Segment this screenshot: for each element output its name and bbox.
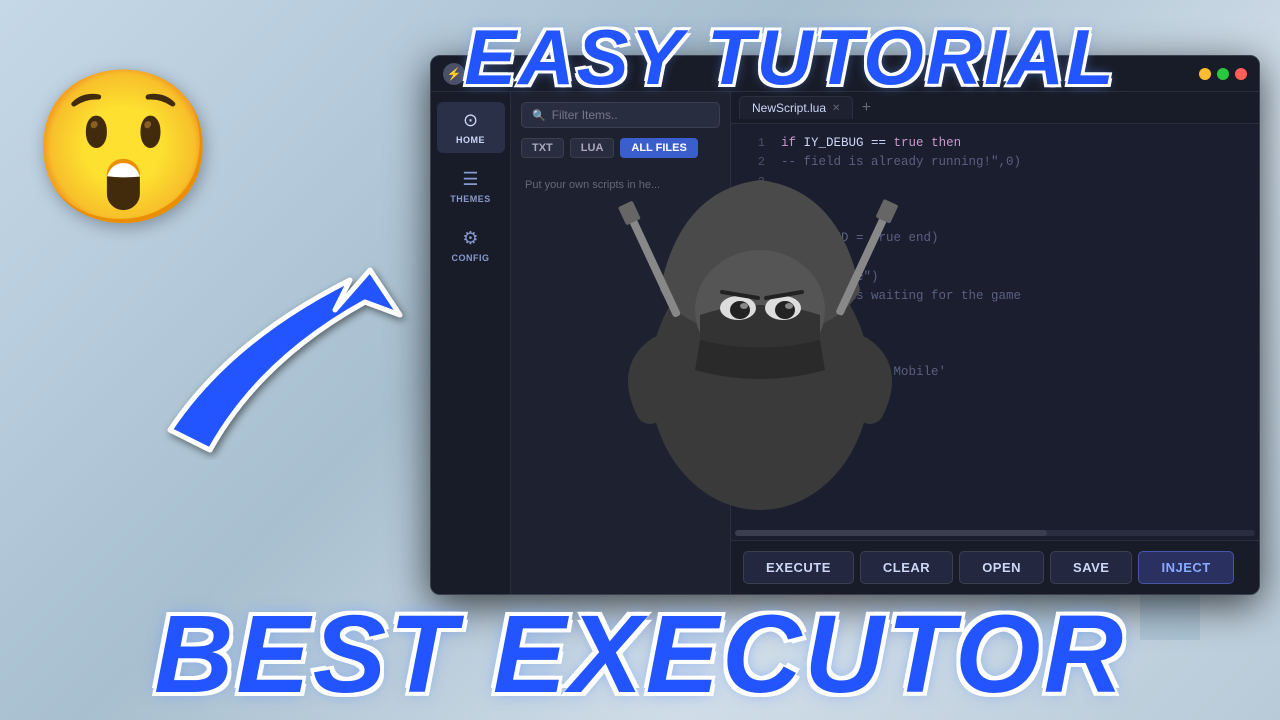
search-box[interactable]: 🔍 Filter Items.. (521, 102, 720, 128)
code-line-17: 17 (731, 345, 1259, 364)
close-button[interactable] (1235, 68, 1247, 80)
surprised-emoji: 😲 (30, 60, 217, 236)
execute-button[interactable]: EXECUTE (743, 551, 854, 584)
filter-allfiles-button[interactable]: ALL FILES (620, 138, 697, 158)
code-editor[interactable]: 1 if IY_DEBUG == true then 2 -- field is… (731, 124, 1259, 530)
code-line-8: -- ui") (731, 249, 1259, 268)
sidebar-item-config[interactable]: ⚙ CONFIG (437, 220, 505, 271)
scroll-thumb (735, 530, 1047, 536)
code-line-15: 15 (731, 307, 1259, 326)
search-icon: 🔍 (532, 109, 546, 122)
sidebar: ⊙ HOME ☰ THEMES ⚙ CONFIG (431, 92, 511, 594)
code-line-10: -- "Message") (731, 268, 1259, 287)
search-placeholder-text: Filter Items.. (552, 108, 618, 122)
code-line-3: 3 (731, 173, 1259, 192)
clear-button[interactable]: CLEAR (860, 551, 953, 584)
inject-button[interactable]: INJECT (1138, 551, 1233, 584)
file-panel: 🔍 Filter Items.. TXT LUA ALL FILES Put y… (511, 92, 731, 594)
code-line-6: 6 -- LOADED = true end) (731, 229, 1259, 248)
code-line-1: 1 if IY_DEBUG == true then (731, 134, 1259, 153)
config-icon: ⚙ (462, 228, 478, 249)
horizontal-scrollbar[interactable] (735, 530, 1255, 536)
tab-close-icon[interactable]: ✕ (832, 103, 840, 114)
window-body: ⊙ HOME ☰ THEMES ⚙ CONFIG 🔍 Filter Items.… (431, 92, 1259, 594)
sidebar-themes-label: THEMES (450, 194, 491, 204)
page-top-title: EASY TUTORIAL (350, 18, 1230, 96)
code-line-18: 18 currentv... -- Mobile' (731, 363, 1259, 382)
action-bar: EXECUTE CLEAR OPEN SAVE INJECT (731, 540, 1259, 594)
sidebar-config-label: CONFIG (452, 253, 490, 263)
open-button[interactable]: OPEN (959, 551, 1044, 584)
arrow-pointer (150, 260, 450, 460)
code-line-19: 19 (731, 383, 1259, 402)
home-icon: ⊙ (463, 110, 478, 131)
file-hint-text: Put your own scripts in he... (511, 168, 730, 203)
code-line-16: 16 en (731, 325, 1259, 344)
save-button[interactable]: SAVE (1050, 551, 1132, 584)
code-line-2: 2 -- field is already running!",0) (731, 153, 1259, 172)
executor-window: ⚡ ⊙ HOME ☰ THEMES ⚙ CONFIG (430, 55, 1260, 595)
themes-icon: ☰ (462, 169, 478, 190)
code-line-4: 4 en (731, 191, 1259, 210)
code-line-5: 5 (731, 211, 1259, 230)
sidebar-item-themes[interactable]: ☰ THEMES (437, 161, 505, 212)
sidebar-item-home[interactable]: ⊙ HOME (437, 102, 505, 153)
editor-panel: NewScript.lua ✕ + 1 if IY_DEBUG == true … (731, 92, 1259, 594)
page-bottom-title: BEST EXECUTOR (0, 600, 1280, 710)
tab-newscript-label: NewScript.lua (752, 101, 826, 115)
code-line-11: -- field is waiting for the game (731, 287, 1259, 306)
filter-buttons-group: TXT LUA ALL FILES (511, 138, 730, 168)
filter-txt-button[interactable]: TXT (521, 138, 564, 158)
sidebar-home-label: HOME (456, 135, 485, 145)
filter-lua-button[interactable]: LUA (570, 138, 615, 158)
